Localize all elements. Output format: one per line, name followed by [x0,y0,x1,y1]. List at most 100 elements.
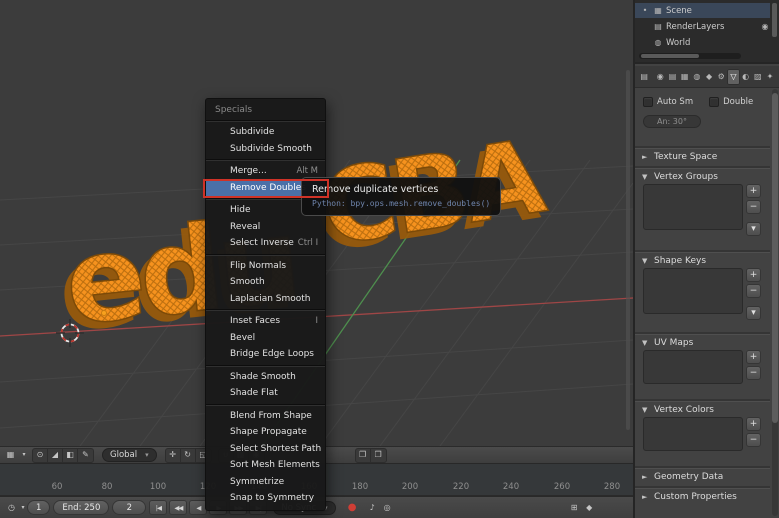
outliner-item-scene[interactable]: • ▦ Scene [635,3,770,18]
menu-item-select-shortest-path[interactable]: Select Shortest Path [206,441,325,458]
tab-world[interactable]: ◍ [691,69,703,85]
collapse-arrow-icon: ▼ [642,172,648,181]
angle-field[interactable]: An: 30° [643,115,701,128]
vertex-group-specials-button[interactable]: ▾ [746,222,761,236]
timeline-editor-icon[interactable]: ◷ [4,501,19,515]
uv-maps-listbox[interactable] [643,350,743,384]
scrub-audio-icon[interactable]: ◎ [380,501,395,515]
outliner-vscrollbar[interactable] [772,3,777,37]
tab-render[interactable]: ◉ [654,69,666,85]
shape-key-specials-button[interactable]: ▾ [746,306,761,320]
menu-item-subdivide[interactable]: Subdivide [206,124,325,141]
menu-item-shape-propagate[interactable]: Shape Propagate [206,424,325,441]
viewport-3d[interactable]: edu edu CBA CBA ▦ ▾ ⊙ ◢ ◧ ✎ [0,0,633,518]
menu-item-subdivide-smooth[interactable]: Subdivide Smooth [206,141,325,158]
prev-keyframe-button[interactable]: ◀◀ [169,500,188,515]
panel-custom-properties[interactable]: ► Custom Properties [635,488,770,504]
tab-object-data[interactable]: ▽ [727,68,740,85]
audio-sync-icon[interactable]: ♪ [365,501,380,515]
orientation-dropdown[interactable]: Global ▾ [102,448,157,462]
menu-item-shade-smooth[interactable]: Shade Smooth [206,369,325,386]
add-shape-key-button[interactable]: + [746,268,761,282]
tab-object[interactable]: ◆ [703,69,715,85]
double-sided-checkbox[interactable] [709,97,720,107]
panel-vertex-groups[interactable]: ▼ Vertex Groups [635,168,770,184]
ruler-number: 200 [401,482,419,492]
add-uv-map-button[interactable]: + [746,350,761,364]
world-icon: ◍ [654,38,662,47]
render-toggle-icon[interactable]: ◉ [760,22,770,31]
outliner-item-renderlayers[interactable]: ▤ RenderLayers ◉ [635,19,770,34]
collapse-arrow-icon: ► [642,152,648,161]
tooltip-python: Python: bpy.ops.mesh.remove_doubles() [312,199,491,208]
shape-keys-list: + − ▾ [643,268,761,320]
auto-smooth-label: Auto Sm [657,97,694,107]
viewport-scrollbar[interactable] [626,70,630,430]
menu-separator [206,120,325,122]
outliner-item-world[interactable]: ◍ World [635,35,770,50]
menu-item-sort-mesh-elements[interactable]: Sort Mesh Elements [206,457,325,474]
editor-type-icon[interactable]: ▦ [3,448,18,462]
add-vertex-color-button[interactable]: + [746,417,761,431]
tooltip-title: Remove duplicate vertices [312,184,439,195]
tab-texture[interactable]: ▨ [752,69,764,85]
jump-start-button[interactable]: |◀ [149,500,168,515]
remove-vertex-color-button[interactable]: − [746,433,761,447]
properties-scrollbar-thumb[interactable] [772,93,778,423]
remove-uv-map-button[interactable]: − [746,366,761,380]
properties-header: ▤ ◉ ▤ ▦ ◍ ◆ ⚙ ▽ ◐ ▨ ✦ [635,66,779,88]
vertex-colors-listbox[interactable] [643,417,743,451]
render-preview-icon[interactable]: ❐ [356,448,371,462]
translate-manipulator-icon[interactable]: ✛ [166,448,181,462]
scrollbar-thumb[interactable] [641,54,699,58]
panel-shape-keys[interactable]: ▼ Shape Keys [635,252,770,268]
menu-item-symmetrize[interactable]: Symmetrize [206,474,325,491]
tab-scene[interactable]: ▦ [679,69,691,85]
menu-item-shade-flat[interactable]: Shade Flat [206,385,325,402]
shading-icon[interactable]: ◢ [48,448,63,462]
panel-texture-space[interactable]: ► Texture Space [635,148,770,164]
frame-end-field[interactable]: End: 250 [53,500,110,515]
menu-item-smooth[interactable]: Smooth [206,274,325,291]
timeline-editor-dropdown-icon[interactable]: ▾ [19,501,27,515]
record-icon[interactable]: ● [345,501,360,515]
panel-uv-maps[interactable]: ▼ UV Maps [635,334,770,350]
panel-vertex-colors[interactable]: ▼ Vertex Colors [635,401,770,417]
menu-item-laplacian-smooth[interactable]: Laplacian Smooth [206,291,325,308]
menu-item-snap-to-symmetry[interactable]: Snap to Symmetry [206,490,325,507]
properties-editor-icon[interactable]: ▤ [638,69,650,85]
outliner-hscrollbar[interactable] [639,53,741,59]
remove-shape-key-button[interactable]: − [746,284,761,298]
collapse-arrow-icon: ► [642,492,648,501]
menu-item-flip-normals[interactable]: Flip Normals [206,258,325,275]
menu-item-blend-from-shape[interactable]: Blend From Shape [206,408,325,425]
auto-smooth-checkbox[interactable] [643,97,653,107]
menu-item-reveal[interactable]: Reveal [206,219,325,236]
current-frame-field[interactable]: 2 [112,500,147,515]
ruler-number: 80 [101,482,113,492]
menu-item-bridge-edge-loops[interactable]: Bridge Edge Loops [206,346,325,363]
pivot-icon[interactable]: ◧ [63,448,78,462]
rotate-manipulator-icon[interactable]: ↻ [181,448,196,462]
orientation-label: Global [110,450,138,460]
menu-item-select-inverse[interactable]: Select Inverse Ctrl I [206,235,325,252]
insert-keyframe-icon[interactable]: ◆ [582,501,597,515]
keying-set-icon[interactable]: ⊞ [567,501,582,515]
mode-icon[interactable]: ⊙ [33,448,48,462]
editor-type-dropdown-icon[interactable]: ▾ [20,448,28,462]
menu-item-bevel[interactable]: Bevel [206,330,325,347]
tab-modifiers[interactable]: ⚙ [715,69,727,85]
shape-keys-listbox[interactable] [643,268,743,314]
tab-material[interactable]: ◐ [740,69,752,85]
add-vertex-group-button[interactable]: + [746,184,761,198]
panel-geometry-data[interactable]: ► Geometry Data [635,468,770,484]
vertex-groups-listbox[interactable] [643,184,743,230]
remove-vertex-group-button[interactable]: − [746,200,761,214]
render-ob-icon[interactable]: ❐ [371,448,386,462]
draw-mode-icon[interactable]: ✎ [78,448,93,462]
menu-item-inset-faces[interactable]: Inset Faces I [206,313,325,330]
tab-particles[interactable]: ✦ [764,69,776,85]
object-origin-dot [101,310,107,316]
tab-render-layers[interactable]: ▤ [666,69,678,85]
frame-start-field[interactable]: 1 [27,500,51,515]
